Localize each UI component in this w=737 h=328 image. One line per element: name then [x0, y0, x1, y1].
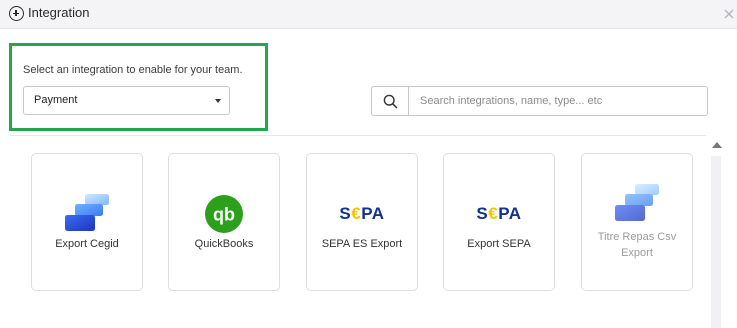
search-input[interactable]: [408, 86, 708, 116]
integration-card-label: QuickBooks: [194, 238, 254, 250]
integration-card-titre-repas-csv-export[interactable]: Titre Repas Csv Export: [581, 153, 693, 291]
integration-card-label: SEPA ES Export: [321, 238, 403, 250]
quickbooks-logo-icon: qb: [169, 192, 279, 236]
integration-type-dropdown[interactable]: Payment: [23, 86, 230, 115]
integration-card-label: Export Cegid: [55, 238, 119, 250]
scroll-up-arrow-icon[interactable]: [712, 142, 722, 148]
integration-card-export-sepa[interactable]: S€PA Export SEPA: [443, 153, 555, 291]
caret-down-icon: [215, 99, 221, 103]
dialog-title: Integration: [28, 5, 90, 20]
quickbooks-logo-text: qb: [213, 205, 235, 225]
dialog-header: Integration: [0, 0, 737, 29]
filter-prompt: Select an integration to enable for your…: [23, 64, 243, 76]
integration-card-sepa-es-export[interactable]: S€PA SEPA ES Export: [306, 153, 418, 291]
integration-card-quickbooks[interactable]: qb QuickBooks: [168, 153, 280, 291]
close-icon[interactable]: [722, 7, 736, 21]
scrollbar[interactable]: [708, 136, 724, 328]
divider: [10, 135, 706, 136]
integration-card-label: Titre Repas Csv Export: [597, 231, 677, 259]
integration-card-label: Export SEPA: [467, 238, 531, 250]
scroll-thumb[interactable]: [711, 156, 721, 328]
search-button[interactable]: [371, 86, 408, 116]
dropdown-selected-value: Payment: [34, 94, 78, 106]
integration-card-export-cegid[interactable]: Export Cegid: [31, 153, 143, 291]
stacked-bars-logo-icon: [32, 192, 142, 236]
sepa-logo-icon: S€PA: [476, 204, 522, 223]
sepa-logo-icon: S€PA: [339, 204, 385, 223]
search-icon: [383, 94, 398, 109]
stacked-bars-logo-icon: [582, 182, 692, 226]
plus-circle-icon: [9, 6, 24, 21]
